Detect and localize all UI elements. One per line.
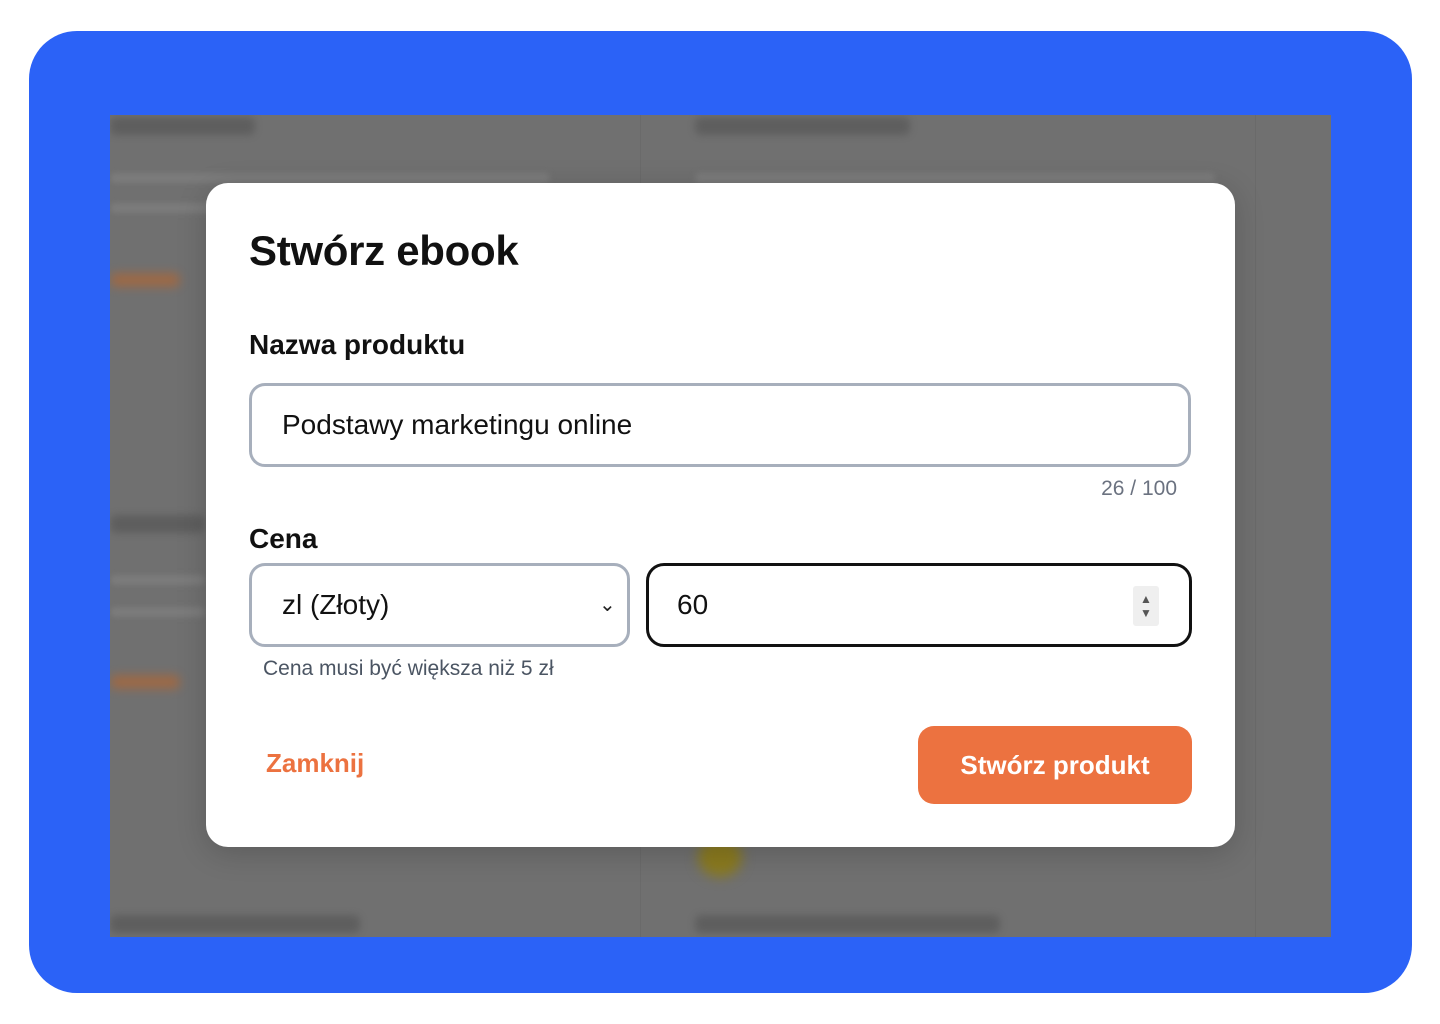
price-hint: Cena musi być większa niż 5 zł	[263, 657, 554, 680]
close-button[interactable]: Zamknij	[266, 723, 426, 803]
product-name-counter: 26 / 100	[1101, 477, 1177, 500]
currency-select[interactable]: zl (Złoty) ⌄	[249, 563, 630, 647]
chevron-down-icon: ⌄	[599, 594, 616, 616]
price-label: Cena	[249, 523, 318, 554]
price-input[interactable]: 60 ▲ ▼	[646, 563, 1192, 647]
number-stepper-icon[interactable]: ▲ ▼	[1133, 586, 1159, 626]
product-name-value: Podstawy marketingu online	[282, 409, 633, 440]
product-name-label: Nazwa produktu	[249, 329, 466, 360]
modal-title: Stwórz ebook	[249, 227, 519, 274]
currency-select-value: zl (Złoty)	[282, 589, 390, 620]
price-input-value: 60	[677, 589, 709, 620]
stepper-down-icon[interactable]: ▼	[1140, 606, 1152, 620]
stepper-up-icon[interactable]: ▲	[1140, 592, 1152, 606]
create-product-button[interactable]: Stwórz produkt	[918, 726, 1192, 804]
create-ebook-modal: Stwórz ebook Nazwa produktu Podstawy mar…	[206, 183, 1235, 847]
product-name-input[interactable]: Podstawy marketingu online	[249, 383, 1191, 467]
